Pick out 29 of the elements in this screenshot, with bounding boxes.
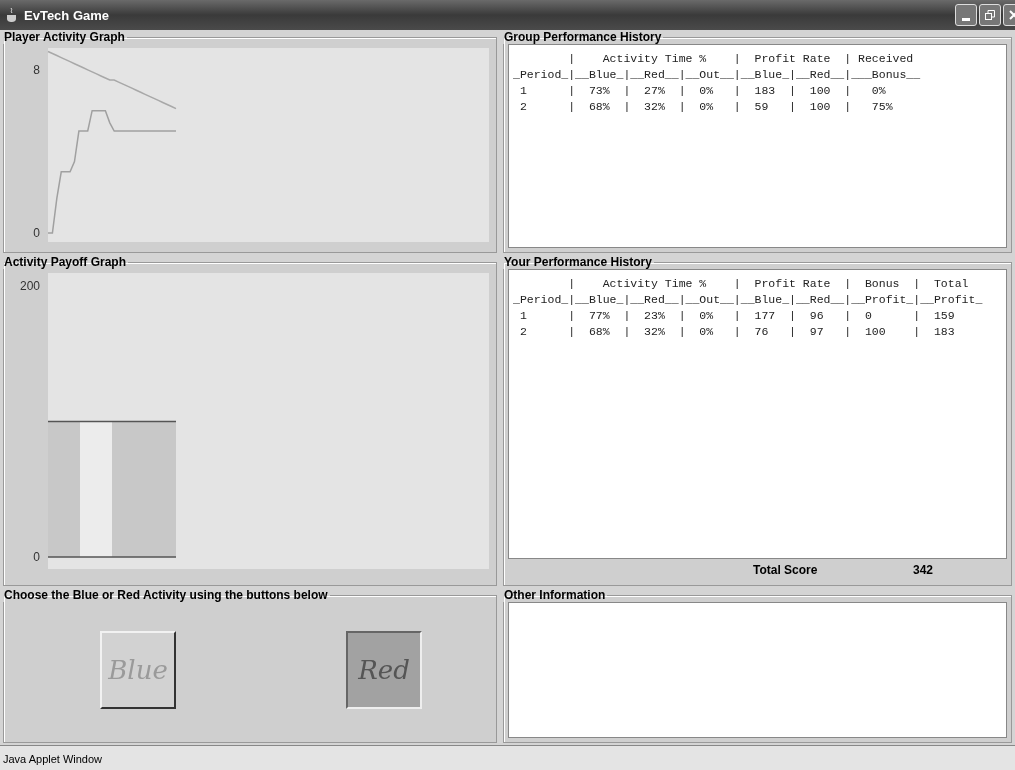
y-tick-label: 0 <box>33 549 40 564</box>
restore-icon <box>985 10 995 20</box>
minimize-icon <box>962 17 970 21</box>
status-text: Java Applet Window <box>2 752 103 765</box>
panel-title: Activity Payoff Graph <box>4 256 128 269</box>
history-line: _Period_|__Blue_|__Red__|__Out__|__Blue_|__Red__|___Bonus__ <box>513 67 921 83</box>
panel-title: Player Activity Graph <box>4 31 126 44</box>
history-line: 1 | 73% | 27% | 0% | 183 | 100 | 0% <box>518 83 886 99</box>
panel-title: Your Performance History <box>504 256 653 269</box>
panel-title: Other Information <box>504 589 607 602</box>
panel-title: Group Performance History <box>504 31 663 44</box>
history-line: | Activity Time % | Profit Rate | Received <box>567 51 914 67</box>
total-score-value: 342 <box>913 563 934 577</box>
y-tick-label: 8 <box>33 62 40 77</box>
total-score-label: Total Score <box>753 563 819 577</box>
minimize-button[interactable] <box>955 4 977 26</box>
history-line: 2 | 68% | 32% | 0% | 59 | 100 | 75% <box>518 99 893 115</box>
activity-button[interactable]: Blue <box>100 631 176 709</box>
window-title: EvTech Game <box>24 7 111 23</box>
history-line: _Period_|__Blue_|__Red__|__Out__|__Blue_|__Red__|__Profit_|__Profit_ <box>513 292 983 308</box>
history-line: | Activity Time % | Profit Rate | Bonus | Total <box>567 276 969 292</box>
activity-button[interactable]: Red <box>346 631 422 709</box>
history-line: 1 | 77% | 23% | 0% | 177 | 96 | 0 | 159 <box>518 308 955 324</box>
y-tick-label: 200 <box>19 279 40 293</box>
history-line: 2 | 68% | 32% | 0% | 76 | 97 | 100 | 183 <box>518 324 955 340</box>
coffee-cup-icon <box>6 7 18 23</box>
restore-button[interactable] <box>979 4 1001 26</box>
y-tick-label: 0 <box>33 226 40 240</box>
panel-title: Choose the Blue or Red Activity using the buttons below <box>4 589 329 602</box>
